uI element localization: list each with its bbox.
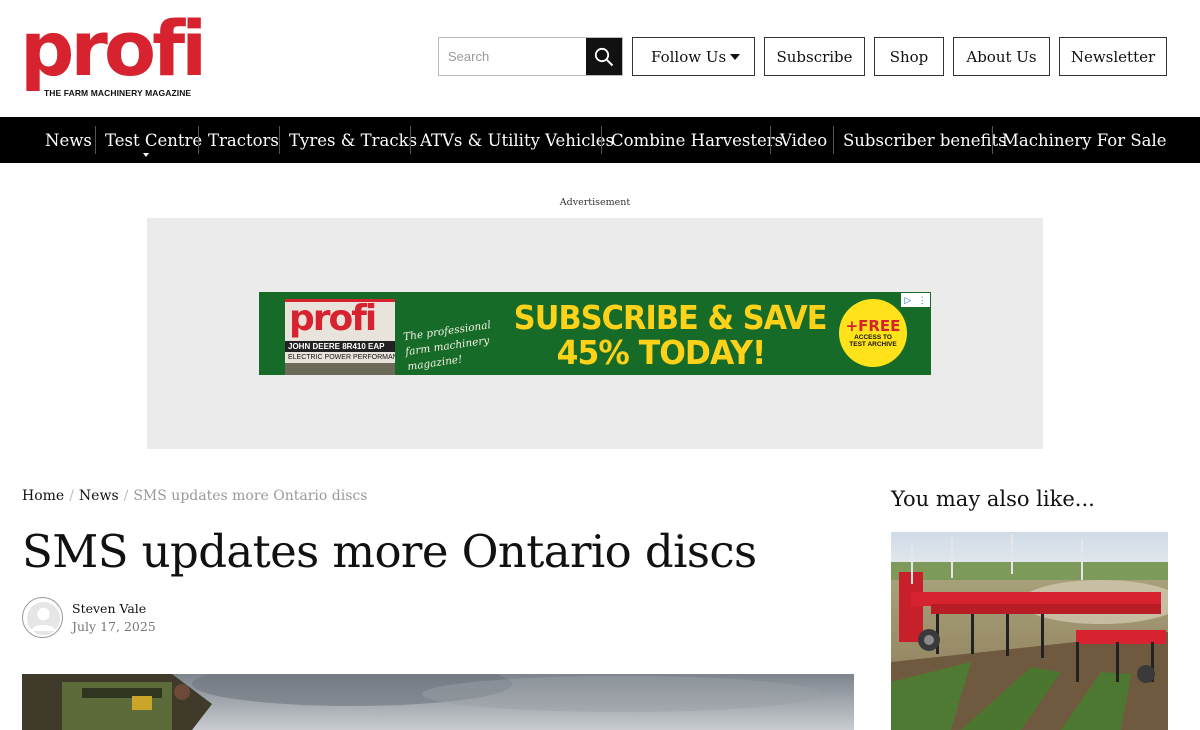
search-icon bbox=[594, 47, 614, 66]
article-hero-image bbox=[22, 674, 854, 730]
nav-divider bbox=[95, 126, 96, 154]
free-access-badge: +FREE ACCESS TO TEST ARCHIVE bbox=[839, 299, 907, 367]
nav-divider bbox=[992, 126, 993, 154]
article-date: July 17, 2025 bbox=[72, 619, 156, 634]
badge-subtext: ACCESS TO TEST ARCHIVE bbox=[849, 334, 897, 348]
avatar-silhouette bbox=[26, 601, 61, 636]
magazine-logo: profi bbox=[289, 298, 377, 339]
nav-item-video[interactable]: Video bbox=[780, 117, 827, 163]
related-article-image[interactable] bbox=[891, 532, 1168, 730]
nav-divider bbox=[410, 126, 411, 154]
article-title: SMS updates more Ontario discs bbox=[22, 525, 757, 578]
nav-item-tyres-tracks[interactable]: Tyres & Tracks bbox=[289, 117, 417, 163]
search-button[interactable] bbox=[586, 38, 622, 75]
nav-item-test-centre[interactable]: Test Centre bbox=[105, 117, 202, 163]
hero-photo bbox=[22, 674, 854, 730]
logo-tagline: THE FARM MACHINERY MAGAZINE bbox=[44, 88, 192, 98]
article-author[interactable]: Steven Vale bbox=[72, 601, 146, 616]
follow-us-label: Follow Us bbox=[651, 47, 727, 66]
nav-divider bbox=[833, 126, 834, 154]
site-logo[interactable]: profi THE FARM MACHINERY MAGAZINE bbox=[20, 11, 207, 100]
related-heading: You may also like... bbox=[891, 487, 1095, 511]
badge-headline: +FREE bbox=[845, 317, 901, 335]
logo-word: profi bbox=[20, 4, 207, 93]
ad-headline-1: SUBSCRIBE & SAVE bbox=[513, 298, 828, 337]
search-box bbox=[438, 37, 623, 76]
follow-us-dropdown[interactable]: Follow Us bbox=[632, 37, 755, 76]
shop-button[interactable]: Shop bbox=[874, 37, 944, 76]
ad-headline-2: 45% TODAY! bbox=[556, 333, 767, 372]
magazine-cover-photo bbox=[285, 363, 395, 375]
adchoices-icon[interactable]: ▷ ⋮ bbox=[901, 293, 930, 307]
about-us-button[interactable]: About Us bbox=[953, 37, 1050, 76]
nav-divider bbox=[770, 126, 771, 154]
site-header: profi THE FARM MACHINERY MAGAZINE Follow… bbox=[0, 0, 1200, 116]
nav-item-machinery-for-sale[interactable]: Machinery For Sale bbox=[1002, 117, 1167, 163]
main-nav: News Test Centre Tractors Tyres & Tracks… bbox=[0, 117, 1200, 163]
magazine-cover-image: profi JOHN DEERE 8R410 EAP ELECTRIC POWE… bbox=[285, 299, 395, 375]
nav-item-subscriber-benefits[interactable]: Subscriber benefits bbox=[843, 117, 1007, 163]
nav-item-atvs[interactable]: ATVs & Utility Vehicles bbox=[420, 117, 614, 163]
search-input[interactable] bbox=[439, 38, 586, 75]
ad-info-icon: ▷ bbox=[904, 294, 912, 305]
breadcrumb-home[interactable]: Home bbox=[22, 488, 64, 504]
subscribe-button[interactable]: Subscribe bbox=[764, 37, 865, 76]
breadcrumb-separator: / bbox=[69, 488, 74, 504]
user-avatar-icon[interactable] bbox=[22, 597, 63, 638]
nav-item-news[interactable]: News bbox=[45, 117, 92, 163]
nav-item-tractors[interactable]: Tractors bbox=[208, 117, 279, 163]
subscribe-ad-banner[interactable]: profi JOHN DEERE 8R410 EAP ELECTRIC POWE… bbox=[259, 292, 931, 375]
ad-close-icon: ⋮ bbox=[917, 294, 927, 305]
nav-divider bbox=[601, 126, 602, 154]
breadcrumb-separator: / bbox=[123, 488, 129, 504]
related-photo bbox=[891, 532, 1168, 730]
breadcrumb: Home / News / SMS updates more Ontario discs bbox=[22, 488, 367, 504]
magazine-cover-line: JOHN DEERE 8R410 EAP bbox=[285, 341, 395, 352]
magazine-sub-line: ELECTRIC POWER PERFORMANCE bbox=[288, 354, 395, 361]
caret-down-icon bbox=[143, 153, 149, 157]
ad-script-text: The professional farm machinery magazine… bbox=[402, 319, 492, 374]
nav-divider bbox=[279, 126, 280, 154]
advertisement-label: Advertisement bbox=[559, 197, 631, 208]
nav-divider bbox=[198, 126, 199, 154]
newsletter-button[interactable]: Newsletter bbox=[1059, 37, 1167, 76]
breadcrumb-current: SMS updates more Ontario discs bbox=[133, 488, 368, 504]
caret-down-icon bbox=[730, 54, 740, 60]
breadcrumb-news[interactable]: News bbox=[79, 488, 119, 504]
nav-item-combine-harvesters[interactable]: Combine Harvesters bbox=[611, 117, 783, 163]
